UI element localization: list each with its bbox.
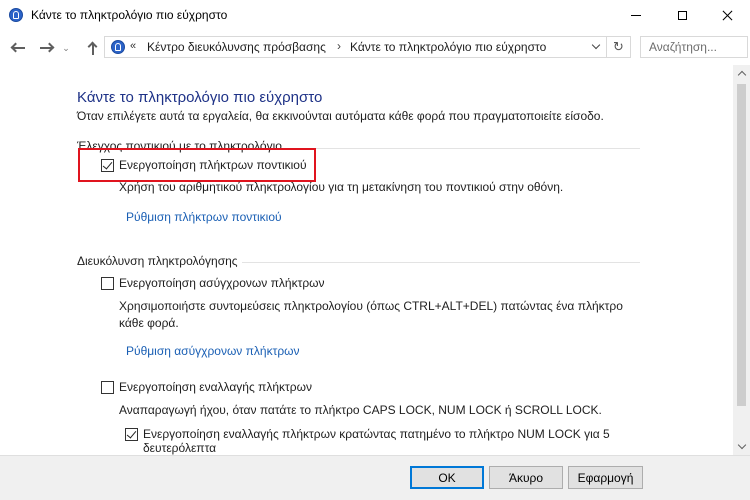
- apply-button[interactable]: Εφαρμογή: [568, 466, 643, 489]
- toggle-keys-checkbox[interactable]: [101, 380, 114, 394]
- setup-sticky-keys-link[interactable]: Ρύθμιση ασύγχρονων πλήκτρων: [126, 344, 300, 358]
- maximize-icon: [677, 11, 687, 20]
- highlight-annotation: [78, 148, 316, 182]
- refresh-icon: ↻: [613, 39, 624, 54]
- recent-locations-button[interactable]: ⌄: [59, 39, 73, 57]
- title-bar[interactable]: Κάντε το πληκτρολόγιο πιο εύχρηστο: [0, 0, 750, 31]
- address-dropdown-icon[interactable]: [592, 42, 601, 51]
- scrollbar-thumb[interactable]: [737, 84, 746, 406]
- minimize-icon: [631, 15, 641, 16]
- mouse-keys-description: Χρήση του αριθμητικού πληκτρολογίου για …: [119, 180, 564, 194]
- ok-button[interactable]: OK: [410, 466, 484, 489]
- breadcrumb-ease-of-access-center[interactable]: Κέντρο διευκόλυνσης πρόσβασης: [147, 40, 326, 54]
- address-bar[interactable]: « Κέντρο διευκόλυνσης πρόσβασης › Κάντε …: [104, 36, 607, 58]
- breadcrumb-separator-icon[interactable]: ›: [337, 39, 341, 53]
- search-input[interactable]: [640, 36, 748, 58]
- forward-button[interactable]: [36, 39, 56, 57]
- minimize-button[interactable]: [613, 0, 659, 31]
- back-button[interactable]: [8, 39, 28, 57]
- close-button[interactable]: [704, 0, 750, 31]
- toggle-keys-numlock-label-line2[interactable]: δευτερόλεπτα: [143, 440, 216, 455]
- maximize-button[interactable]: [659, 0, 705, 31]
- page-subtitle: Όταν επιλέγετε αυτά τα εργαλεία, θα εκκι…: [77, 109, 604, 123]
- close-icon: [722, 10, 733, 21]
- arrow-left-icon: [11, 47, 25, 49]
- sticky-keys-checkbox[interactable]: [101, 276, 114, 290]
- cancel-button[interactable]: Άκυρο: [489, 466, 563, 489]
- section-label-typing: Διευκόλυνση πληκτρολόγησης: [77, 254, 242, 268]
- ease-of-access-icon: [111, 40, 125, 54]
- scroll-down-icon[interactable]: [733, 438, 750, 455]
- page-title: Κάντε το πληκτρολόγιο πιο εύχρηστο: [77, 89, 323, 106]
- breadcrumb-current-page[interactable]: Κάντε το πληκτρολόγιο πιο εύχρηστο: [350, 40, 546, 54]
- arrow-right-icon: [39, 47, 53, 49]
- control-panel-window: Κάντε το πληκτρολόγιο πιο εύχρηστο ⌄ « Κ…: [0, 0, 750, 500]
- refresh-button[interactable]: ↻: [607, 36, 631, 58]
- toggle-keys-label[interactable]: Ενεργοποίηση εναλλαγής πλήκτρων: [119, 380, 312, 394]
- toggle-keys-numlock-label-line1[interactable]: Ενεργοποίηση εναλλαγής πλήκτρων κρατώντα…: [143, 427, 610, 441]
- arrow-up-icon: [87, 41, 99, 55]
- toggle-keys-numlock-checkbox[interactable]: [125, 427, 138, 441]
- vertical-scrollbar[interactable]: [733, 65, 750, 455]
- chevron-down-icon: ⌄: [62, 42, 70, 53]
- sticky-keys-option[interactable]: Ενεργοποίηση ασύγχρονων πλήκτρων: [101, 276, 325, 290]
- navigation-bar: ⌄ « Κέντρο διευκόλυνσης πρόσβασης › Κάντ…: [0, 31, 750, 65]
- scroll-up-icon[interactable]: [733, 65, 750, 82]
- sticky-keys-description-line2: κάθε φορά.: [119, 316, 179, 330]
- window-title: Κάντε το πληκτρολόγιο πιο εύχρηστο: [31, 8, 228, 22]
- toggle-keys-option[interactable]: Ενεργοποίηση εναλλαγής πλήκτρων: [101, 380, 312, 394]
- address-overflow-chevron[interactable]: «: [130, 40, 136, 52]
- sticky-keys-description-line1: Χρησιμοποιήστε συντομεύσεις πληκτρολογίο…: [119, 299, 623, 313]
- sticky-keys-label[interactable]: Ενεργοποίηση ασύγχρονων πλήκτρων: [119, 276, 325, 290]
- content-area: Κάντε το πληκτρολόγιο πιο εύχρηστο Όταν …: [0, 65, 733, 455]
- dialog-button-bar: OK Άκυρο Εφαρμογή: [0, 455, 750, 500]
- setup-mouse-keys-link[interactable]: Ρύθμιση πλήκτρων ποντικιού: [126, 210, 282, 224]
- toggle-keys-numlock-option[interactable]: Ενεργοποίηση εναλλαγής πλήκτρων κρατώντα…: [125, 427, 610, 441]
- up-button[interactable]: [83, 39, 103, 57]
- ease-of-access-icon: [9, 8, 23, 22]
- toggle-keys-description: Αναπαραγωγή ήχου, όταν πατάτε το πλήκτρο…: [119, 403, 602, 417]
